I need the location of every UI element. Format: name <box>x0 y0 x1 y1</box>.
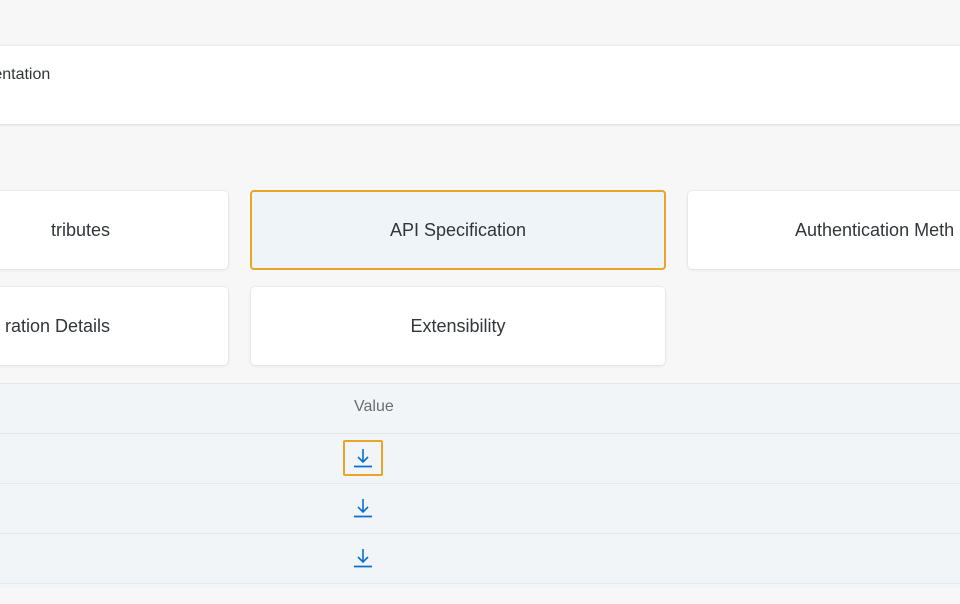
specification-table: Value <box>0 383 960 588</box>
tile-extensibility-label: Extensibility <box>410 315 506 336</box>
download-icon <box>354 549 372 568</box>
tile-authentication-methods[interactable]: Authentication Meth <box>688 191 960 269</box>
tile-configuration-details-label: ration Details <box>4 315 110 336</box>
table-row <box>0 434 960 484</box>
tile-authentication-methods-label: Authentication Meth <box>795 219 955 240</box>
download-icon <box>354 499 372 518</box>
tile-attributes[interactable]: tributes <box>0 191 228 269</box>
documentation-title: mentation <box>0 66 51 83</box>
download-button[interactable] <box>343 540 383 576</box>
table-header-row: Value <box>0 384 960 434</box>
table-row <box>0 534 960 584</box>
tile-configuration-details[interactable]: ration Details <box>0 287 228 365</box>
tile-api-specification[interactable]: API Specification <box>250 190 666 270</box>
tile-attributes-label: tributes <box>50 219 110 240</box>
table-row <box>0 484 960 534</box>
tile-api-specification-label: API Specification <box>389 219 527 240</box>
tile-extensibility[interactable]: Extensibility <box>251 287 665 365</box>
download-button[interactable] <box>343 490 383 526</box>
download-icon <box>354 449 372 468</box>
documentation-header: mentation <box>0 46 960 124</box>
download-button[interactable] <box>343 440 383 476</box>
value-column-header: Value <box>354 398 394 415</box>
